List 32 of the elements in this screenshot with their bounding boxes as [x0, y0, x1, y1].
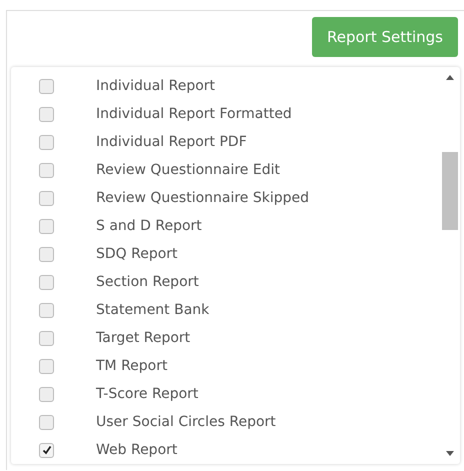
report-label: Individual Report Formatted: [96, 106, 292, 122]
report-settings-button[interactable]: Report Settings: [312, 17, 458, 57]
scroll-up-icon[interactable]: [446, 75, 454, 80]
checkbox[interactable]: [39, 274, 54, 290]
report-label: SDQ Report: [96, 246, 178, 262]
checkbox[interactable]: [39, 358, 54, 374]
report-label: Review Questionnaire Skipped: [96, 190, 310, 206]
report-label: T-Score Report: [96, 386, 198, 402]
report-label: Statement Bank: [96, 302, 210, 318]
checkbox[interactable]: [39, 190, 54, 206]
report-label: TM Report: [96, 358, 168, 374]
report-label: Target Report: [96, 330, 190, 346]
checkbox[interactable]: [39, 246, 54, 262]
report-label: User Social Circles Report: [96, 414, 276, 430]
report-label: Review Questionnaire Edit: [96, 162, 280, 178]
report-label: S and D Report: [96, 218, 202, 234]
scroll-down-icon[interactable]: [446, 451, 454, 456]
report-label: Individual Report PDF: [96, 134, 247, 150]
checkbox[interactable]: [39, 386, 54, 402]
report-label: Web Report: [96, 442, 178, 458]
checkbox[interactable]: [39, 134, 54, 150]
checkbox[interactable]: [39, 218, 54, 234]
checkbox[interactable]: [39, 162, 54, 178]
checkbox[interactable]: [39, 442, 54, 458]
checkbox[interactable]: [39, 302, 54, 318]
checkbox[interactable]: [39, 78, 54, 94]
checkbox[interactable]: [39, 414, 54, 430]
checkbox[interactable]: [39, 106, 54, 122]
checkbox[interactable]: [39, 330, 54, 346]
report-label: Individual Report: [96, 78, 216, 94]
scrollbar-thumb[interactable]: [442, 152, 458, 230]
report-label: Section Report: [96, 274, 199, 290]
